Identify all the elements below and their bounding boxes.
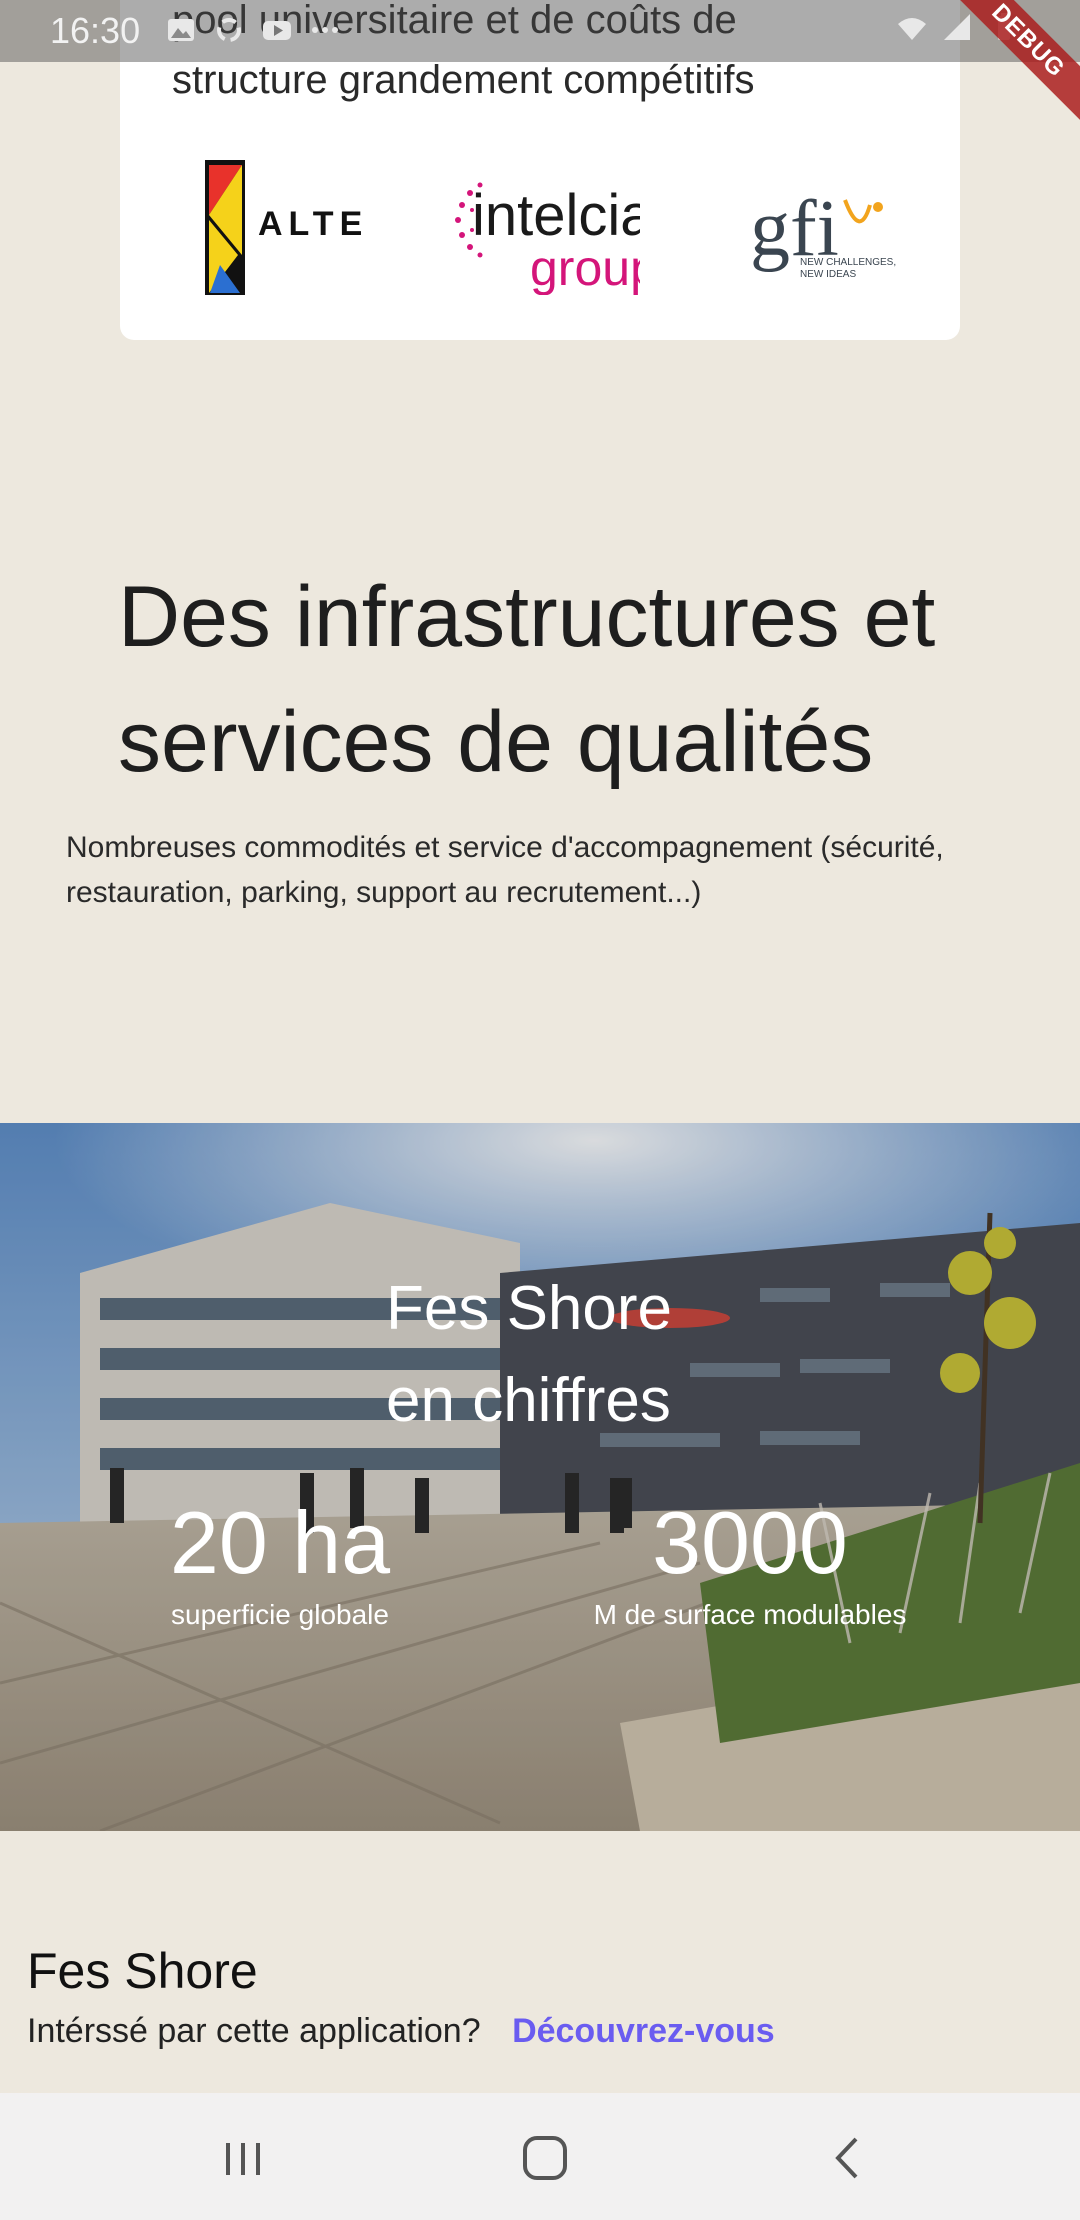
figures-title-line1: Fes Shore: [386, 1274, 673, 1343]
stat-surface-value: 3000: [652, 1493, 848, 1592]
youtube-icon: [263, 21, 291, 40]
app-screen: pool universitaire et de coûts de struct…: [0, 0, 1080, 2220]
alten-logo-text: ALTEN: [258, 205, 370, 243]
gallery-icon: [168, 19, 194, 41]
infrastructure-title-line2: services de qualités: [118, 694, 874, 790]
signal-icon: [944, 14, 970, 40]
infrastructure-description: Nombreuses commodités et service d'accom…: [66, 831, 944, 909]
intelcia-logo-subtext: group: [530, 240, 640, 295]
figures-hero-image: Fes Shore en chiffres 20 ha superficie g…: [0, 1123, 1080, 1831]
alten-logo: ALTEN: [205, 160, 370, 295]
infrastructure-title: Des infrastructures et services de quali…: [118, 555, 1018, 805]
infrastructure-title-line1: Des infrastructures et: [118, 569, 936, 665]
notification-icons: [165, 14, 341, 46]
intelcia-logo-text: intelcia: [472, 183, 640, 248]
more-notifications-icon: [312, 27, 338, 33]
recent-apps-icon[interactable]: [208, 2123, 278, 2193]
campus-photo: [0, 1123, 1080, 1831]
stat-area-label: superficie globale: [171, 1599, 389, 1630]
gfi-logo-tagline2: NEW IDEAS: [800, 269, 856, 280]
wifi-icon: [898, 18, 926, 40]
partner-logos: ALTEN intelcia group gfi NEW CHALLENGES,…: [120, 145, 960, 295]
discover-link[interactable]: Découvrez-vous: [512, 2012, 775, 2050]
footer-prompt: Intérssé par cette application?: [27, 2012, 481, 2050]
status-time: 16:30: [50, 10, 141, 51]
footer-cta: Intérssé par cette application? Découvre…: [27, 2012, 775, 2051]
gfi-logo: gfi NEW CHALLENGES, NEW IDEAS: [750, 185, 896, 280]
gfi-logo-tagline1: NEW CHALLENGES,: [800, 257, 896, 268]
stat-area-value: 20 ha: [169, 1493, 391, 1592]
back-icon[interactable]: [812, 2123, 882, 2193]
stat-surface-label: M de surface modulables: [593, 1599, 907, 1630]
status-bar: 16:30 DEBUG: [0, 0, 1080, 133]
intelcia-logo: intelcia group: [455, 182, 640, 295]
figures-title-line2: en chiffres: [386, 1366, 671, 1435]
figures-title: Fes Shore en chiffres: [386, 1263, 786, 1447]
home-icon[interactable]: [510, 2123, 580, 2193]
navigation-bar: [0, 2093, 1080, 2220]
stat-area: 20 ha superficie globale: [130, 1493, 430, 1633]
sync-icon: [217, 18, 241, 42]
footer-title: Fes Shore: [27, 1943, 258, 1999]
stat-surface: 3000 M de surface modulables: [560, 1493, 940, 1633]
